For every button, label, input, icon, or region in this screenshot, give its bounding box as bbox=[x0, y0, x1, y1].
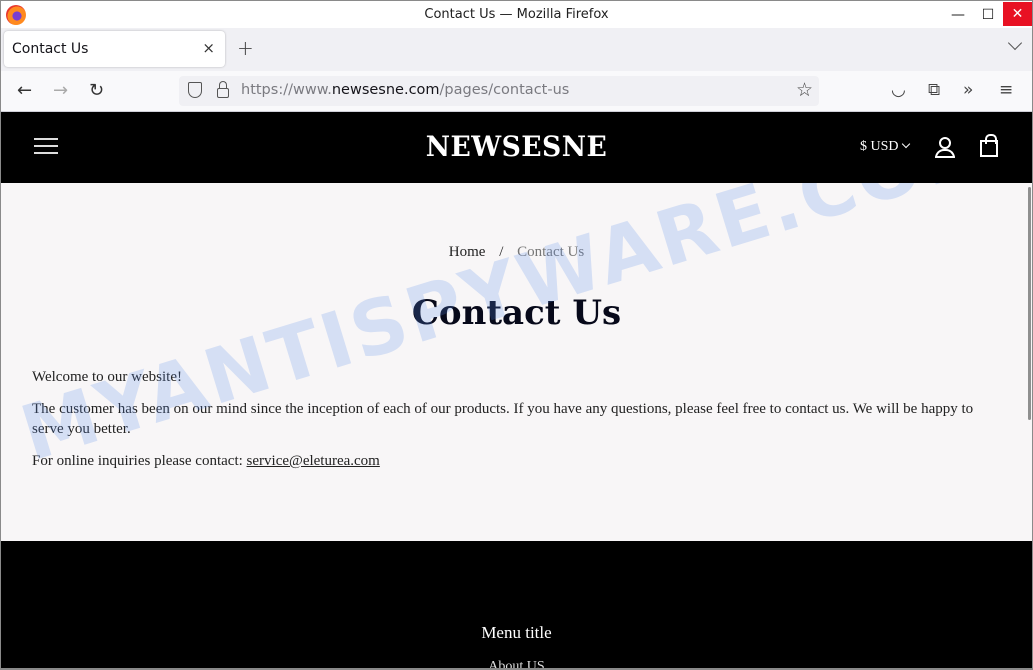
pocket-icon[interactable]: ◡ bbox=[891, 80, 906, 100]
site-header: NEWSESNE $ USD bbox=[1, 112, 1032, 183]
new-tab-button[interactable]: + bbox=[237, 36, 254, 60]
reload-button[interactable]: ↻ bbox=[89, 80, 104, 102]
email-link[interactable]: service@eleturea.com bbox=[247, 453, 380, 469]
extensions-puzzle-icon[interactable]: ⧉ bbox=[928, 80, 940, 100]
tab-label: Contact Us bbox=[12, 41, 89, 57]
page-title: Contact Us bbox=[411, 293, 622, 333]
breadcrumb: Home / Contact Us bbox=[1, 244, 1032, 261]
welcome-text: Welcome to our website! bbox=[32, 369, 182, 385]
currency-selector[interactable]: $ USD bbox=[860, 139, 910, 155]
more-tools-chevrons-icon[interactable]: » bbox=[963, 80, 973, 100]
app-menu-hamburger-icon[interactable]: ≡ bbox=[999, 80, 1013, 100]
currency-label: $ USD bbox=[860, 139, 899, 154]
site-footer: Menu title About US bbox=[1, 541, 1032, 670]
chevron-down-icon bbox=[901, 139, 910, 149]
breadcrumb-home-link[interactable]: Home bbox=[449, 244, 486, 260]
minimize-button[interactable]: — bbox=[943, 1, 973, 28]
close-tab-icon[interactable]: × bbox=[202, 39, 215, 57]
lock-icon[interactable] bbox=[217, 81, 229, 98]
forward-button[interactable]: → bbox=[53, 80, 68, 102]
page-scrollbar[interactable] bbox=[1028, 187, 1031, 420]
url-bar[interactable]: https://www.newsesne.com/pages/contact-u… bbox=[179, 76, 819, 106]
window-titlebar: Contact Us — Mozilla Firefox — ☐ ✕ bbox=[1, 0, 1032, 28]
tracking-protection-shield-icon[interactable] bbox=[188, 82, 202, 98]
tab-bar: Contact Us × + bbox=[1, 28, 1032, 71]
navigation-toolbar: ← → ↻ https://www.newsesne.com/pages/con… bbox=[1, 71, 1032, 112]
tab-contact-us[interactable]: Contact Us × bbox=[4, 31, 225, 67]
breadcrumb-current: Contact Us bbox=[517, 244, 585, 260]
close-window-button[interactable]: ✕ bbox=[1003, 2, 1032, 26]
body-text: The customer has been on our mind since … bbox=[32, 401, 974, 437]
maximize-button[interactable]: ☐ bbox=[973, 1, 1003, 28]
breadcrumb-separator: / bbox=[499, 244, 504, 260]
url-host: newsesne.com bbox=[331, 82, 440, 98]
url-path: /pages/contact-us bbox=[439, 82, 570, 98]
url-text[interactable]: https://www.newsesne.com/pages/contact-u… bbox=[241, 82, 569, 98]
list-all-tabs-chevron-icon[interactable] bbox=[1007, 35, 1023, 51]
url-scheme: https://www. bbox=[241, 82, 332, 98]
bookmark-star-icon[interactable]: ☆ bbox=[796, 79, 813, 101]
back-button[interactable]: ← bbox=[17, 80, 32, 102]
inquiry-text: For online inquiries please contact: ser… bbox=[32, 451, 982, 471]
page-body: Welcome to our website! The customer has… bbox=[32, 367, 982, 483]
cart-bag-icon[interactable] bbox=[980, 134, 998, 157]
account-user-icon[interactable] bbox=[935, 137, 955, 159]
inquiry-prefix: For online inquiries please contact: bbox=[32, 453, 247, 469]
window-title: Contact Us — Mozilla Firefox bbox=[424, 7, 609, 22]
footer-menu-title: Menu title bbox=[481, 623, 552, 642]
main-content: Home / Contact Us Contact Us Welcome to … bbox=[1, 183, 1032, 541]
